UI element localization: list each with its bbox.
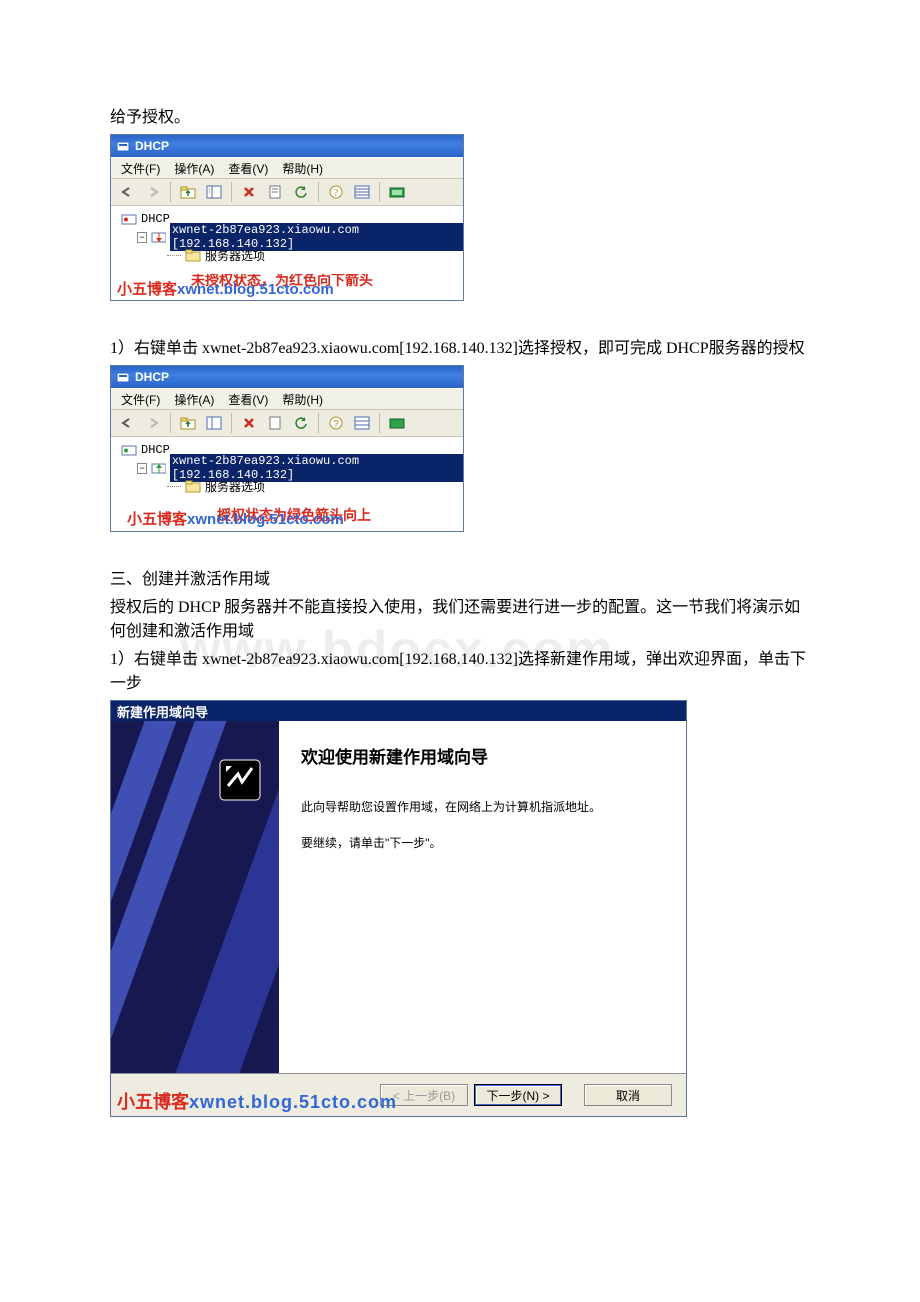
wizard-button-bar: < 上一步(B) 下一步(N) > 取消 小五博客xwnet.blog.51ct… <box>111 1073 686 1116</box>
window-title: DHCP <box>135 370 169 384</box>
toolbar: ? <box>111 410 463 437</box>
dhcp-tool-icon[interactable] <box>385 180 409 204</box>
show-hide-tree-icon[interactable] <box>202 411 226 435</box>
expand-icon[interactable]: − <box>137 463 147 474</box>
footer-caption-1: 未授权状态，为红色向下箭头 小五博客xwnet.blog.51cto.com <box>111 274 463 300</box>
tree-root-label: DHCP <box>141 212 170 226</box>
dhcp-console-window-2: DHCP 文件(F) 操作(A) 查看(V) 帮助(H) ? <box>110 365 464 532</box>
help-icon[interactable]: ? <box>324 411 348 435</box>
tree-server-node[interactable]: − xwnet-2b87ea923.xiaowu.com [192.168.14… <box>115 228 463 246</box>
para-4: 1）右键单击 xwnet-2b87ea923.xiaowu.com[192.16… <box>110 648 810 696</box>
delete-icon[interactable] <box>237 411 261 435</box>
window-title: DHCP <box>135 139 169 153</box>
tree-panel: DHCP − xwnet-2b87ea923.xiaowu.com [192.1… <box>111 437 463 505</box>
dhcp-app-icon <box>115 369 131 385</box>
menu-view[interactable]: 查看(V) <box>228 160 268 177</box>
forward-icon[interactable] <box>141 411 165 435</box>
list-icon[interactable] <box>350 411 374 435</box>
up-folder-icon[interactable] <box>176 180 200 204</box>
svg-text:?: ? <box>334 188 339 199</box>
para-2: 三、创建并激活作用域 <box>110 568 810 592</box>
para-0: 给予授权。 <box>110 106 810 130</box>
menubar: 文件(F) 操作(A) 查看(V) 帮助(H) <box>111 157 463 179</box>
dhcp-console-window-1: DHCP 文件(F) 操作(A) 查看(V) 帮助(H) ? <box>110 134 464 301</box>
menu-help[interactable]: 帮助(H) <box>282 160 323 177</box>
forward-icon[interactable] <box>141 180 165 204</box>
properties-icon[interactable] <box>263 180 287 204</box>
back-icon[interactable] <box>115 411 139 435</box>
tree-server-node[interactable]: − xwnet-2b87ea923.xiaowu.com [192.168.14… <box>115 459 463 477</box>
para-1: 1）右键单击 xwnet-2b87ea923.xiaowu.com[192.16… <box>110 337 810 361</box>
blog-watermark: 小五博客xwnet.blog.51cto.com <box>117 278 334 299</box>
blog-watermark: 小五博客xwnet.blog.51cto.com <box>127 508 344 529</box>
wizard-side-icon <box>211 751 269 809</box>
menu-help[interactable]: 帮助(H) <box>282 391 323 408</box>
server-options-label: 服务器选项 <box>205 247 265 264</box>
menu-file[interactable]: 文件(F) <box>121 160 160 177</box>
list-icon[interactable] <box>350 180 374 204</box>
tree-root-label: DHCP <box>141 443 170 457</box>
menu-action[interactable]: 操作(A) <box>174 160 214 177</box>
tree-panel: DHCP − xwnet-2b87ea923.xiaowu.com [192.1… <box>111 206 463 274</box>
svg-text:?: ? <box>333 419 339 430</box>
wizard-sidebar-graphic <box>111 721 279 1073</box>
next-button[interactable]: 下一步(N) > <box>474 1084 562 1106</box>
wizard-desc: 此向导帮助您设置作用域，在网络上为计算机指派地址。 <box>301 798 664 816</box>
refresh-icon[interactable] <box>289 411 313 435</box>
wizard-content: 欢迎使用新建作用域向导 此向导帮助您设置作用域，在网络上为计算机指派地址。 要继… <box>279 721 686 1073</box>
show-hide-tree-icon[interactable] <box>202 180 226 204</box>
blog-watermark: 小五博客xwnet.blog.51cto.com <box>117 1088 397 1114</box>
delete-icon[interactable] <box>237 180 261 204</box>
expand-icon[interactable]: − <box>137 232 147 243</box>
menu-view[interactable]: 查看(V) <box>228 391 268 408</box>
cancel-button[interactable]: 取消 <box>584 1084 672 1106</box>
para-3: 授权后的 DHCP 服务器并不能直接投入使用，我们还需要进行进一步的配置。这一节… <box>110 596 810 644</box>
wizard-title: 新建作用域向导 <box>111 701 686 721</box>
dhcp-tool-icon[interactable] <box>385 411 409 435</box>
wizard-heading: 欢迎使用新建作用域向导 <box>301 743 664 768</box>
menubar: 文件(F) 操作(A) 查看(V) 帮助(H) <box>111 388 463 410</box>
dhcp-app-icon <box>115 138 131 154</box>
footer-caption-2: 授权状态为绿色箭头向上 小五博客xwnet.blog.51cto.com <box>111 505 463 531</box>
wizard-continue-hint: 要继续，请单击"下一步"。 <box>301 834 664 852</box>
refresh-icon[interactable] <box>289 180 313 204</box>
window-titlebar: DHCP <box>111 135 463 157</box>
server-options-label: 服务器选项 <box>205 478 265 495</box>
menu-action[interactable]: 操作(A) <box>174 391 214 408</box>
help-icon[interactable]: ? <box>324 180 348 204</box>
properties-icon[interactable] <box>263 411 287 435</box>
new-scope-wizard-dialog: 新建作用域向导 欢迎使用新建作用域向导 此向导帮助您设置作用域，在网络上为计算机… <box>110 700 687 1117</box>
toolbar: ? <box>111 179 463 206</box>
menu-file[interactable]: 文件(F) <box>121 391 160 408</box>
back-icon[interactable] <box>115 180 139 204</box>
window-titlebar: DHCP <box>111 366 463 388</box>
up-folder-icon[interactable] <box>176 411 200 435</box>
